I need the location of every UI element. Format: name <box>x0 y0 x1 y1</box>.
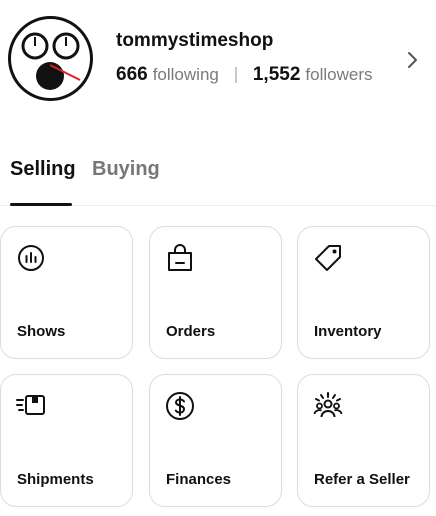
people-refer-icon <box>313 392 343 418</box>
following-label[interactable]: following <box>153 65 219 85</box>
followers-count[interactable]: 1,552 <box>253 64 301 86</box>
following-count[interactable]: 666 <box>116 64 148 86</box>
tab-bar: Selling Buying <box>0 150 436 208</box>
shipments-label: Shipments <box>17 471 94 488</box>
inventory-card[interactable]: Inventory <box>297 226 430 359</box>
tab-buying[interactable]: Buying <box>92 158 160 181</box>
active-tab-indicator <box>10 203 72 206</box>
shipments-card[interactable]: Shipments <box>0 374 133 507</box>
inventory-label: Inventory <box>314 323 382 340</box>
chevron-right-icon[interactable] <box>404 49 422 71</box>
refer-seller-card[interactable]: Refer a Seller <box>297 374 430 507</box>
stats-divider <box>234 67 237 83</box>
dollar-circle-icon <box>166 392 194 420</box>
shows-card[interactable]: Shows <box>0 226 133 359</box>
refer-seller-label: Refer a Seller <box>314 471 410 488</box>
followers-label[interactable]: followers <box>305 65 372 85</box>
finances-card[interactable]: Finances <box>149 374 282 507</box>
seller-hub-page: tommystimeshop 666 following 1,552 follo… <box>0 0 436 516</box>
orders-label: Orders <box>166 323 216 340</box>
chart-circle-icon <box>18 245 44 271</box>
profile-header[interactable]: tommystimeshop 666 following 1,552 follo… <box>0 0 436 125</box>
tag-icon <box>315 245 341 271</box>
username: tommystimeshop <box>116 30 274 51</box>
orders-card[interactable]: Orders <box>149 226 282 359</box>
follow-stats: 666 following 1,552 followers <box>116 64 373 86</box>
tab-selling[interactable]: Selling <box>10 158 76 181</box>
shopping-bag-icon <box>168 244 192 271</box>
shipping-box-icon <box>16 395 45 415</box>
finances-label: Finances <box>166 471 232 488</box>
avatar <box>8 16 93 101</box>
shows-label: Shows <box>17 323 66 340</box>
